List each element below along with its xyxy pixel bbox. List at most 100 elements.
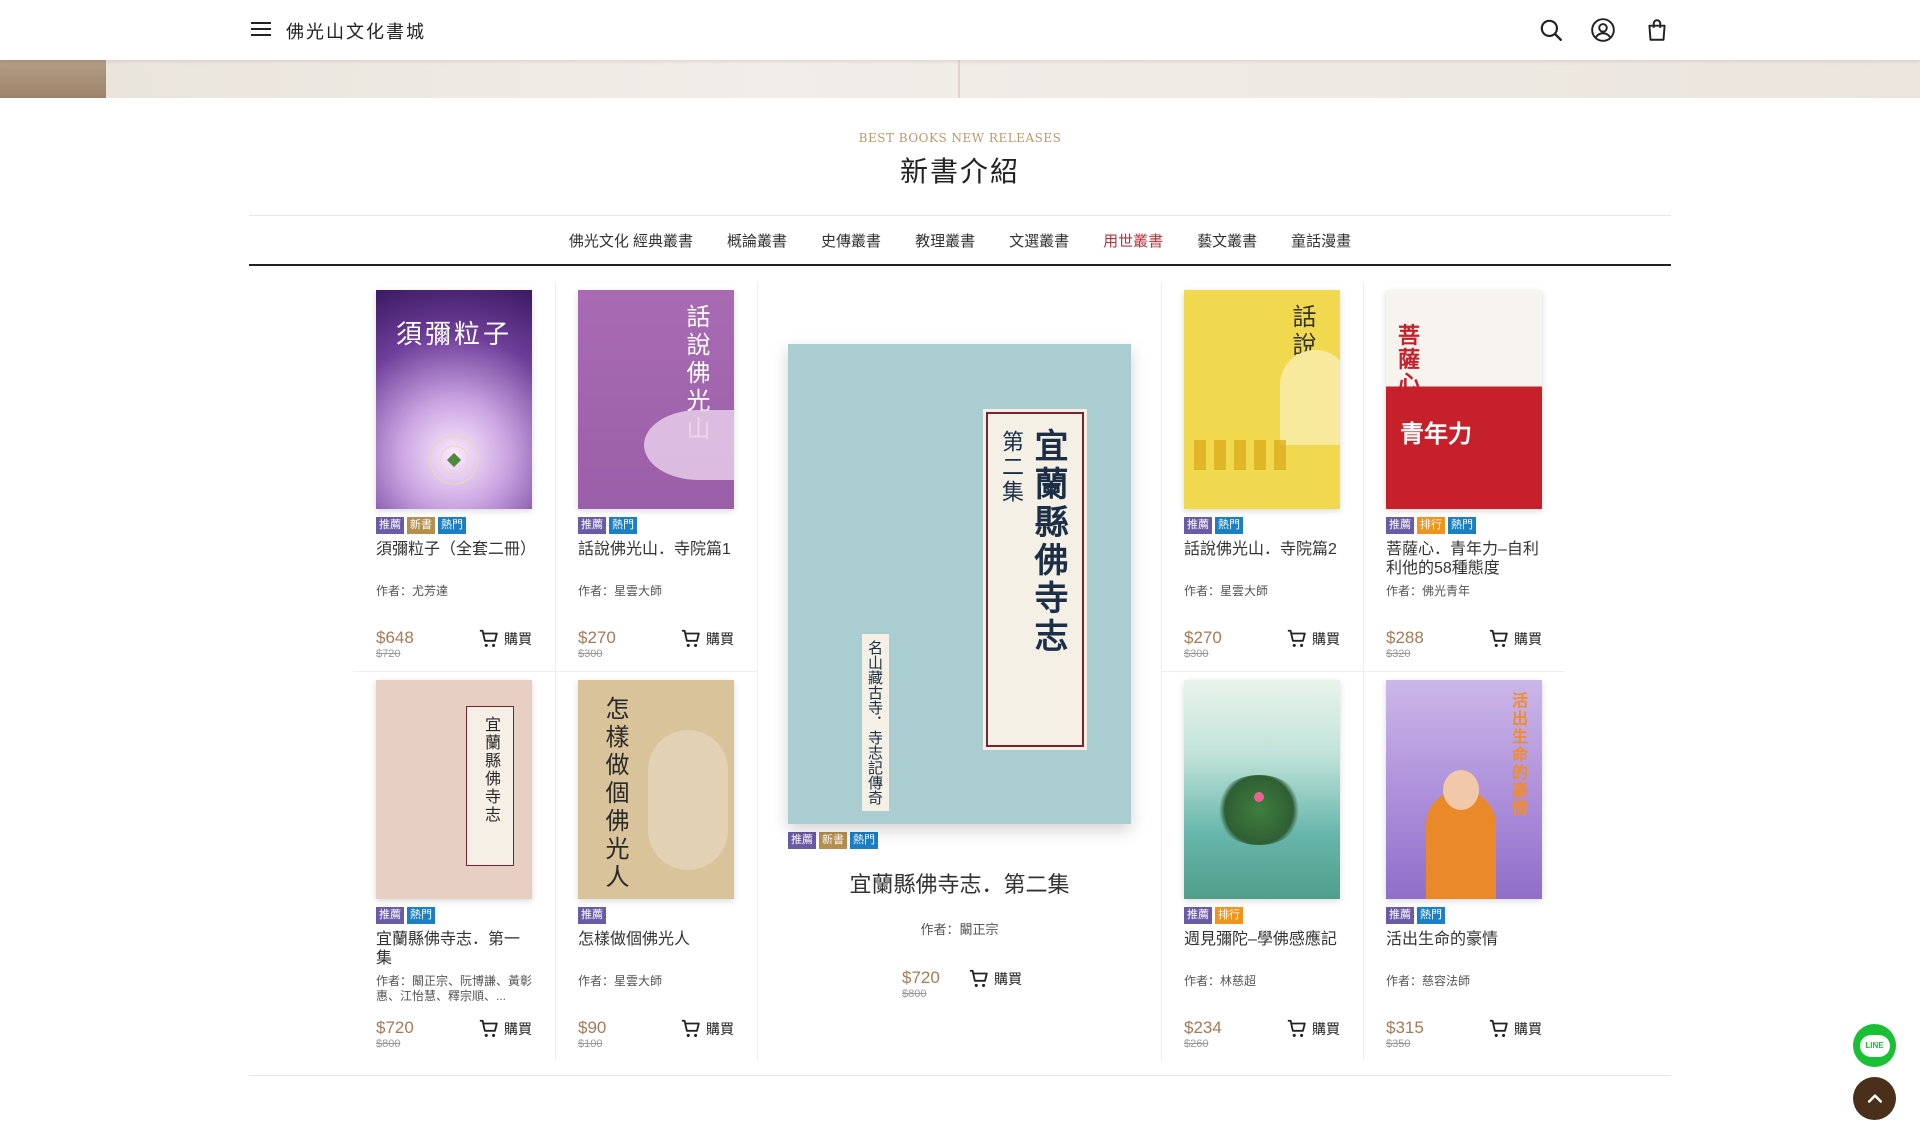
- book-title[interactable]: 菩薩心．青年力–自利利他的58種態度: [1386, 540, 1542, 578]
- book-author: 作者：星雲大師: [578, 974, 663, 988]
- price-row: $648 $720 購買: [376, 628, 532, 660]
- buy-label: 購買: [1312, 631, 1340, 647]
- book-title[interactable]: 宜蘭縣佛寺志．第一集: [376, 930, 532, 968]
- cart-icon: [479, 1019, 498, 1037]
- book-title[interactable]: 話說佛光山．寺院篇2: [1184, 540, 1340, 578]
- chevron-up-icon: [1867, 1093, 1882, 1103]
- badges: 推薦 排行 熱門: [1386, 517, 1542, 534]
- book-cover[interactable]: 宜蘭縣佛寺志: [376, 680, 532, 899]
- grid-divider: [1161, 671, 1565, 672]
- featured-cover-title: 宜蘭縣佛寺志: [1028, 428, 1068, 656]
- badges: 推薦 熱門: [1386, 907, 1542, 924]
- tab-comics[interactable]: 童話漫畫: [1291, 230, 1351, 251]
- banner-strip: [0, 60, 1920, 98]
- featured-author: 作者：闞正宗: [920, 922, 999, 937]
- price-row: $270 $300 購買: [578, 628, 734, 660]
- cart-icon: [1489, 1019, 1508, 1037]
- buy-label: 購買: [706, 631, 734, 647]
- book-cover[interactable]: 須彌粒子: [376, 290, 532, 509]
- cart-icon: [681, 1019, 700, 1037]
- buy-label: 購買: [994, 971, 1022, 987]
- buy-button[interactable]: 購買: [680, 628, 734, 650]
- site-title[interactable]: 佛光山文化書城: [286, 18, 426, 44]
- cart-icon: [969, 969, 988, 987]
- shopping-bag-icon[interactable]: [1644, 17, 1670, 43]
- featured-title[interactable]: 宜蘭縣佛寺志．第二集: [788, 867, 1131, 899]
- buy-label: 購買: [1312, 1021, 1340, 1037]
- book-title[interactable]: 須彌粒子（全套二冊）: [376, 540, 532, 578]
- book-title[interactable]: 活出生命的豪情: [1386, 930, 1542, 968]
- line-chat-button[interactable]: LINE: [1853, 1024, 1896, 1067]
- back-to-top-button[interactable]: [1853, 1077, 1896, 1120]
- menu-icon[interactable]: [249, 18, 273, 42]
- badges: 推薦 新書 熱門: [376, 517, 532, 534]
- book-title[interactable]: 怎樣做個佛光人: [578, 930, 734, 968]
- badge-recommended: 推薦: [1184, 517, 1212, 534]
- book-author: 作者：尤芳達: [376, 584, 449, 598]
- cover-title: 怎樣做個佛光人: [601, 696, 629, 892]
- tab-history[interactable]: 史傳叢書: [821, 230, 881, 251]
- badge-recommended: 推薦: [578, 907, 606, 924]
- price-row: $288 $320 購買: [1386, 628, 1542, 660]
- badges: 推薦 熱門: [376, 907, 532, 924]
- search-icon[interactable]: [1538, 17, 1564, 43]
- book-title[interactable]: 週見彌陀–學佛感應記: [1184, 930, 1340, 968]
- book-card: 話說佛光山 推薦 熱門 話說佛光山．寺院篇1 作者：星雲大師 $270 $300…: [578, 290, 734, 660]
- buy-button[interactable]: 購買: [1286, 1018, 1340, 1040]
- featured-cover-volume: 第二集: [998, 430, 1023, 505]
- book-author: 作者：星雲大師: [578, 584, 663, 598]
- line-icon: LINE: [1859, 1034, 1890, 1057]
- tab-doctrine[interactable]: 教理叢書: [915, 230, 975, 251]
- badges: 推薦 熱門: [1184, 517, 1340, 534]
- cover-title: 宜蘭縣佛寺志: [482, 716, 501, 824]
- book-cover[interactable]: 怎樣做個佛光人: [578, 680, 734, 899]
- book-card: 推薦 排行 週見彌陀–學佛感應記 作者：林慈超 $234 $260 購買: [1184, 680, 1340, 1050]
- buy-label: 購買: [504, 631, 532, 647]
- tab-arts[interactable]: 藝文叢書: [1197, 230, 1257, 251]
- badge-ranking: 排行: [1417, 517, 1445, 534]
- book-title[interactable]: 話說佛光山．寺院篇1: [578, 540, 734, 578]
- book-cover[interactable]: 話說佛光山: [578, 290, 734, 509]
- price-row: $234 $260 購買: [1184, 1018, 1340, 1050]
- book-cover[interactable]: [1184, 680, 1340, 899]
- tab-classics[interactable]: 佛光文化 經典叢書: [569, 230, 693, 251]
- featured-buy-button[interactable]: 購買: [968, 968, 1022, 990]
- book-cover[interactable]: 菩薩心 青年力: [1386, 290, 1542, 509]
- badge-ranking: 排行: [1215, 907, 1243, 924]
- featured-cover[interactable]: 宜蘭縣佛寺志 第二集 名山藏古寺．寺志記傳奇: [788, 344, 1131, 824]
- buy-button[interactable]: 購買: [680, 1018, 734, 1040]
- section-bottom-divider: [249, 1075, 1671, 1076]
- grid-divider: [757, 282, 758, 1060]
- book-card: 怎樣做個佛光人 推薦 怎樣做個佛光人 作者：星雲大師 $90 $100 購買: [578, 680, 734, 1050]
- badges: 推薦 排行: [1184, 907, 1340, 924]
- cover-title: 菩薩心: [1398, 323, 1421, 397]
- tab-overview[interactable]: 概論叢書: [727, 230, 787, 251]
- buy-button[interactable]: 購買: [478, 1018, 532, 1040]
- book-cover[interactable]: 活出生命的豪情: [1386, 680, 1542, 899]
- buy-button[interactable]: 購買: [1286, 628, 1340, 650]
- book-author: 作者：闞正宗、阮博謙、黃彰惠、江怡慧、釋宗順、...: [376, 974, 532, 1003]
- badge-recommended: 推薦: [376, 517, 404, 534]
- badge-hot: 熱門: [438, 517, 466, 534]
- grid-divider: [353, 671, 757, 672]
- badge-recommended: 推薦: [578, 517, 606, 534]
- badge-hot: 熱門: [609, 517, 637, 534]
- cover-title: 活出生命的豪情: [1509, 692, 1528, 818]
- badge-recommended: 推薦: [788, 832, 816, 849]
- badges: 推薦: [578, 907, 734, 924]
- badges: 推薦 新書 熱門: [788, 832, 1131, 849]
- cart-icon: [1287, 1019, 1306, 1037]
- badges: 推薦 熱門: [578, 517, 734, 534]
- account-icon[interactable]: [1590, 17, 1616, 43]
- badge-recommended: 推薦: [1386, 517, 1414, 534]
- tab-anthology[interactable]: 文選叢書: [1009, 230, 1069, 251]
- buy-button[interactable]: 購買: [1488, 628, 1542, 650]
- buy-button[interactable]: 購買: [1488, 1018, 1542, 1040]
- badge-new: 新書: [407, 517, 435, 534]
- book-cover[interactable]: 話說佛光山: [1184, 290, 1340, 509]
- tab-practical[interactable]: 用世叢書: [1103, 230, 1163, 251]
- section-subtitle: BEST BOOKS NEW RELEASES: [858, 131, 1062, 145]
- book-card: 菩薩心 青年力 推薦 排行 熱門 菩薩心．青年力–自利利他的58種態度 作者：佛…: [1386, 290, 1542, 660]
- cart-icon: [681, 629, 700, 647]
- buy-button[interactable]: 購買: [478, 628, 532, 650]
